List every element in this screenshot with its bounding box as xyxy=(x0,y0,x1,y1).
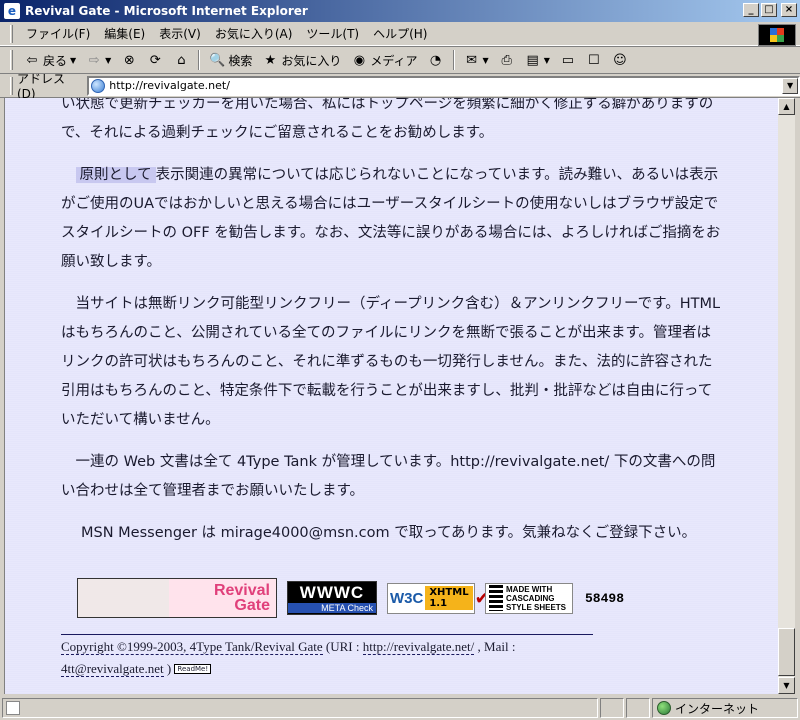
w3c-xhtml-banner[interactable]: W3C XHTML 1.1 ✔ xyxy=(387,582,490,614)
menu-file[interactable]: ファイル(F) xyxy=(19,23,97,44)
close-button[interactable]: × xyxy=(781,3,797,17)
maximize-button[interactable]: □ xyxy=(761,3,777,17)
scroll-thumb[interactable] xyxy=(778,628,795,676)
menu-tools[interactable]: ツール(T) xyxy=(299,23,366,44)
stop-button[interactable]: ⊗ xyxy=(116,49,142,71)
print-button[interactable]: ⎙ xyxy=(494,49,520,71)
stop-icon: ⊗ xyxy=(123,52,135,68)
minimize-button[interactable]: _ xyxy=(743,3,759,17)
status-text-area xyxy=(2,698,598,718)
paragraph-display-policy-text: 表示関連の異常については応じられないことになっています。読み難い、あるいは表示が… xyxy=(61,167,721,270)
banner-row: Revival Gate WWWC META Check W3C XHTML 1.1… xyxy=(77,578,624,618)
page-viewport: い状態で更新チェッカーを用いた場合、私にはトップページを頻繁に細かく修正する癖が… xyxy=(4,98,778,694)
research-icon: ☐ xyxy=(588,52,600,68)
menu-help[interactable]: ヘルプ(H) xyxy=(366,23,434,44)
mail-link[interactable]: 4tt@revivalgate.net xyxy=(61,661,164,677)
search-button[interactable]: 🔍 検索 xyxy=(204,49,257,71)
highlight-principle: 原則として xyxy=(75,167,156,183)
menu-view[interactable]: 表示(V) xyxy=(152,23,208,44)
page-content: い状態で更新チェッカーを用いた場合、私にはトップページを頻繁に細かく修正する癖が… xyxy=(61,98,723,548)
address-bar: アドレス(D) http://revivalgate.net/ ▼ xyxy=(0,72,800,101)
back-button[interactable]: ⇦ 戻る ▼ xyxy=(19,49,81,71)
paragraph-update-checker: い状態で更新チェッカーを用いた場合、私にはトップページを頻繁に細かく修正する癖が… xyxy=(61,98,714,141)
printer-icon: ⎙ xyxy=(501,52,512,68)
search-icon: 🔍 xyxy=(209,52,226,68)
status-lock-cell xyxy=(626,698,650,718)
paragraph-link-policy: 当サイトは無断リンク可能型リンクフリー（ディープリンク含む）＆アンリンクフリーで… xyxy=(61,296,721,428)
revival-gate-banner[interactable]: Revival Gate xyxy=(77,578,277,618)
back-label: 戻る xyxy=(43,53,68,68)
paragraph-display-policy: 原則として 表示関連の異常については応じられないことになっています。読み難い、ある… xyxy=(61,161,723,277)
chevron-down-icon[interactable]: ▼ xyxy=(105,56,111,65)
favorites-button[interactable]: ★ お気に入り xyxy=(257,49,346,71)
toolbar: ⇦ 戻る ▼ ⇨ ▼ ⊗ ⟳ ⌂ 🔍 検索 ★ お気に入り ◉ メディア ◔ ✉… xyxy=(0,46,800,74)
history-icon: ◔ xyxy=(429,52,442,68)
scroll-up-icon[interactable]: ▲ xyxy=(778,98,795,115)
messenger-button[interactable]: ☺ xyxy=(607,49,633,71)
chevron-down-icon[interactable]: ▼ xyxy=(483,56,489,65)
title-bar: e Revival Gate - Microsoft Internet Expl… xyxy=(0,0,800,22)
discuss-icon: ▭ xyxy=(561,52,574,68)
mail-icon: ✉ xyxy=(466,52,477,68)
css-banner[interactable]: MADE WITH CASCADING STYLE SHEETS xyxy=(485,582,573,614)
vertical-scrollbar[interactable]: ▲ ▼ xyxy=(778,98,795,694)
status-progress-cell xyxy=(600,698,624,718)
research-button[interactable]: ☐ xyxy=(581,49,607,71)
forward-arrow-icon: ⇨ xyxy=(88,52,100,68)
paragraph-contact: 一連の Web 文書は全て 4Type Tank が管理しています。http:/… xyxy=(61,454,716,499)
readme-button[interactable]: ReadMe! xyxy=(174,664,212,674)
uri-link[interactable]: http://revivalgate.net/ xyxy=(362,639,475,655)
address-dropdown-icon[interactable]: ▼ xyxy=(782,77,799,94)
page-icon xyxy=(91,78,106,93)
search-label: 検索 xyxy=(228,53,253,68)
favorites-folder-icon: ★ xyxy=(264,52,277,68)
footer-divider xyxy=(61,634,593,635)
back-arrow-icon: ⇦ xyxy=(26,52,38,68)
wwwc-meta-check-banner[interactable]: WWWC META Check xyxy=(287,581,377,615)
media-icon: ◉ xyxy=(353,52,366,68)
refresh-button[interactable]: ⟳ xyxy=(142,49,168,71)
history-button[interactable]: ◔ xyxy=(423,49,449,71)
access-counter: 58498 xyxy=(585,590,625,606)
chevron-down-icon[interactable]: ▼ xyxy=(70,56,76,65)
discuss-button[interactable]: ▭ xyxy=(555,49,581,71)
zone-label: インターネット xyxy=(675,701,760,716)
favorites-label: お気に入り xyxy=(281,53,342,68)
menu-favorites[interactable]: お気に入り(A) xyxy=(208,23,300,44)
chevron-down-icon[interactable]: ▼ xyxy=(544,56,550,65)
windows-logo-icon xyxy=(758,24,796,46)
menu-bar: ファイル(F) 編集(E) 表示(V) お気に入り(A) ツール(T) ヘルプ(… xyxy=(0,22,800,46)
edit-button[interactable]: ▤ ▼ xyxy=(520,49,555,71)
ie-icon: e xyxy=(4,3,20,19)
media-label: メディア xyxy=(370,53,418,68)
edit-page-icon: ▤ xyxy=(526,52,539,68)
address-input[interactable]: http://revivalgate.net/ ▼ xyxy=(87,75,800,96)
window-title: Revival Gate - Microsoft Internet Explor… xyxy=(25,4,308,18)
menu-edit[interactable]: 編集(E) xyxy=(97,23,152,44)
forward-button[interactable]: ⇨ ▼ xyxy=(81,49,116,71)
refresh-icon: ⟳ xyxy=(149,52,161,68)
copyright-link[interactable]: Copyright ©1999-2003, 4Type Tank/Revival… xyxy=(61,639,323,655)
mail-button[interactable]: ✉ ▼ xyxy=(459,49,494,71)
address-url[interactable]: http://revivalgate.net/ xyxy=(109,79,230,92)
home-button[interactable]: ⌂ xyxy=(168,49,194,71)
status-bar: インターネット xyxy=(0,696,800,720)
internet-zone-icon xyxy=(657,701,671,715)
media-button[interactable]: ◉ メディア xyxy=(346,49,422,71)
home-icon: ⌂ xyxy=(177,52,186,68)
scroll-down-icon[interactable]: ▼ xyxy=(778,677,795,694)
css-book-icon xyxy=(489,585,503,611)
security-zone: インターネット xyxy=(652,698,798,718)
page-done-icon xyxy=(6,701,20,715)
msn-messenger-text: MSN Messenger は mirage4000@msn.com で取ってあ… xyxy=(81,525,697,541)
footer: Copyright ©1999-2003, 4Type Tank/Revival… xyxy=(61,639,516,677)
messenger-icon: ☺ xyxy=(613,52,627,68)
address-label: アドレス(D) xyxy=(17,72,66,101)
